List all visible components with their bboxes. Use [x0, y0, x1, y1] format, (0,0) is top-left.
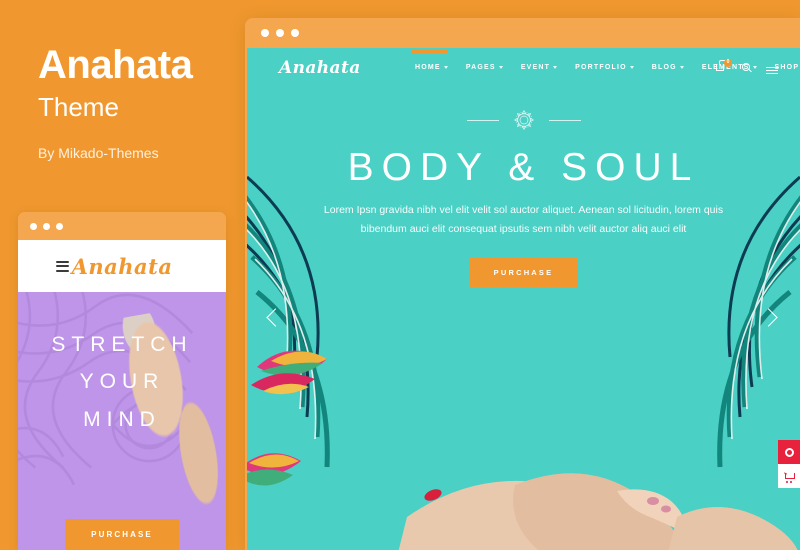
chevron-down-icon — [443, 66, 448, 69]
chevron-down-icon — [498, 66, 503, 69]
search-icon[interactable] — [741, 62, 753, 74]
cart-icon — [784, 472, 795, 483]
mobile-titlebar — [18, 212, 226, 240]
mobile-heading-line-3: MIND — [83, 407, 161, 431]
theme-options-button[interactable] — [778, 440, 800, 464]
nav-item-event[interactable]: EVENT — [520, 64, 558, 71]
promo-block: Anahata Theme By Mikado-Themes — [38, 44, 238, 161]
nav-item-pages[interactable]: PAGES — [466, 64, 503, 71]
site-logo[interactable]: Anahata — [279, 58, 361, 78]
mobile-heading-line-1: STRETCH — [51, 333, 193, 356]
hero-heading: BODY & SOUL — [347, 146, 700, 189]
hero-slider: BODY & SOUL Lorem Ipsn gravida nibh vel … — [247, 87, 800, 550]
window-dot-red — [261, 29, 269, 37]
ornament-line-left — [466, 119, 499, 121]
chevron-down-icon — [679, 66, 684, 69]
nav-label-home: HOME — [415, 64, 441, 71]
mobile-screen: Anahata STRETCH YOUR MIND PURCHASE — [18, 240, 226, 550]
hero-content: BODY & SOUL Lorem Ipsn gravida nibh vel … — [247, 105, 800, 287]
nav-label-portfolio: PORTFOLIO — [575, 64, 627, 71]
hamburger-menu-icon[interactable] — [56, 258, 69, 274]
nav-icon-group: 0 — [716, 58, 778, 75]
nav-item-home[interactable]: HOME — [411, 50, 448, 71]
mandala-ornament-icon — [513, 110, 534, 130]
nav-item-portfolio[interactable]: PORTFOLIO — [575, 64, 634, 71]
site-navigation-bar: Anahata HOME PAGES EVENT PORTFOLIO BLOG … — [247, 48, 800, 87]
ring-icon — [784, 447, 794, 457]
nav-label-pages: PAGES — [465, 64, 496, 71]
browser-preview-mockup: Anahata HOME PAGES EVENT PORTFOLIO BLOG … — [245, 18, 800, 550]
nav-item-blog[interactable]: BLOG — [652, 64, 684, 71]
mobile-site-header: Anahata — [18, 240, 226, 292]
hero-paragraph: Lorem Ipsn gravida nibh vel elit velit s… — [323, 204, 724, 236]
mobile-hero-section: STRETCH YOUR MIND PURCHASE — [18, 292, 226, 550]
browser-titlebar — [245, 18, 800, 48]
mobile-site-logo[interactable]: Anahata — [72, 254, 173, 279]
promo-author: By Mikado-Themes — [38, 145, 159, 161]
nav-label-event: EVENT — [520, 64, 551, 71]
floating-side-widgets — [778, 440, 800, 488]
chevron-right-icon[interactable] — [759, 307, 782, 330]
nav-item-shop[interactable]: SHOP — [775, 64, 800, 71]
cart-shortcut-button[interactable] — [778, 464, 800, 488]
nav-label-shop: SHOP — [774, 64, 800, 71]
window-dot-green — [291, 29, 299, 37]
shopping-cart-icon[interactable]: 0 — [716, 58, 732, 74]
window-dot-yellow — [43, 222, 50, 230]
hamburger-menu-icon[interactable] — [766, 62, 778, 75]
window-dot-yellow — [276, 29, 284, 37]
chevron-down-icon — [553, 66, 558, 69]
promo-title: Anahata — [38, 43, 193, 87]
window-dot-green — [56, 222, 63, 230]
hero-ornament — [247, 105, 800, 135]
chevron-down-icon — [629, 66, 634, 69]
website-viewport: Anahata HOME PAGES EVENT PORTFOLIO BLOG … — [247, 48, 800, 550]
cart-count-badge: 0 — [724, 58, 732, 67]
chevron-left-icon[interactable] — [265, 307, 287, 330]
mobile-heading-line-2: YOUR — [79, 370, 165, 394]
ornament-line-right — [548, 119, 581, 121]
hero-purchase-button[interactable]: PURCHASE — [468, 257, 579, 287]
window-dot-red — [30, 222, 37, 230]
mobile-hero-heading: STRETCH YOUR MIND — [18, 326, 226, 438]
mobile-preview-mockup: Anahata STRETCH YOUR MIND PURCHASE — [18, 212, 226, 550]
nav-label-blog: BLOG — [651, 64, 677, 71]
mobile-purchase-button[interactable]: PURCHASE — [65, 519, 179, 550]
promo-subtitle: Theme — [38, 92, 119, 122]
